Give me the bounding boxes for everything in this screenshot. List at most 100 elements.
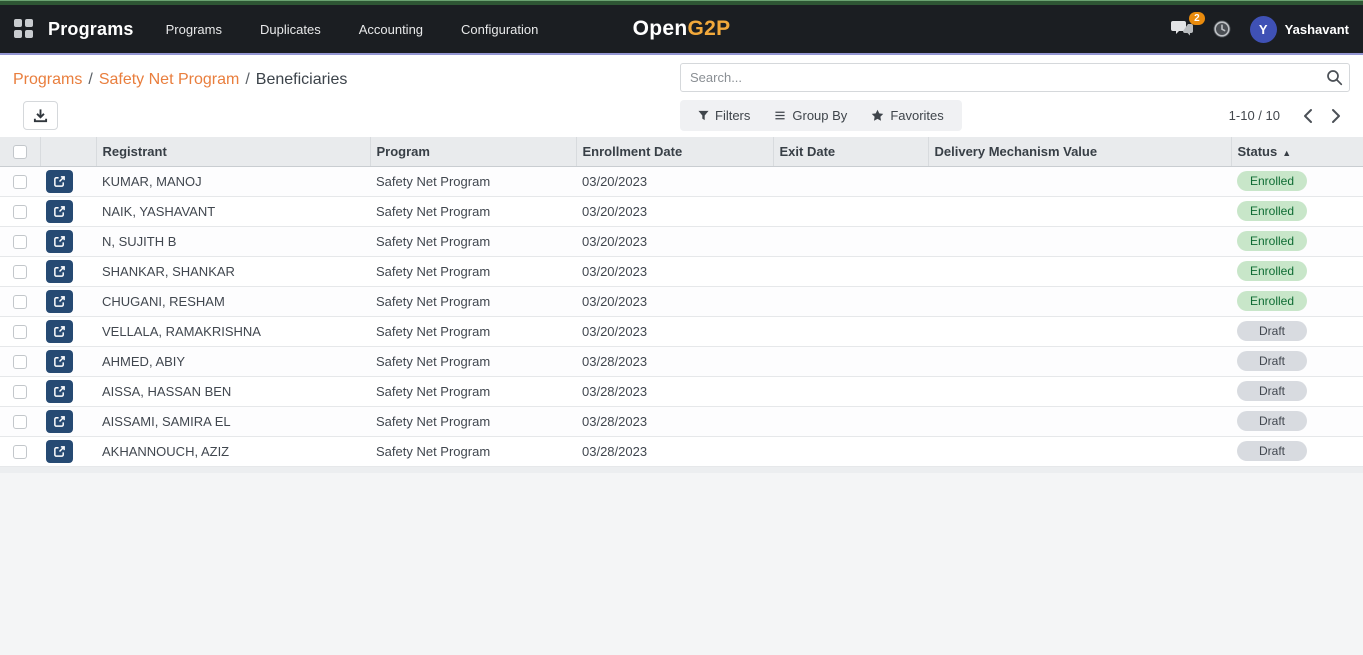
program-cell[interactable]: Safety Net Program <box>370 406 576 436</box>
program-cell[interactable]: Safety Net Program <box>370 346 576 376</box>
program-cell[interactable]: Safety Net Program <box>370 196 576 226</box>
row-checkbox[interactable] <box>13 325 27 339</box>
app-title[interactable]: Programs <box>48 19 134 40</box>
row-checkbox[interactable] <box>13 415 27 429</box>
registrant-cell[interactable]: AKHANNOUCH, AZIZ <box>96 436 370 466</box>
exit-date-cell[interactable] <box>773 346 928 376</box>
status-cell[interactable]: Draft <box>1231 436 1363 466</box>
program-cell[interactable]: Safety Net Program <box>370 286 576 316</box>
enrollment-date-cell[interactable]: 03/20/2023 <box>576 196 773 226</box>
registrant-cell[interactable]: AHMED, ABIY <box>96 346 370 376</box>
table-row[interactable]: CHUGANI, RESHAM Safety Net Program 03/20… <box>0 286 1363 316</box>
delivery-mechanism-value-cell[interactable] <box>928 166 1231 196</box>
status-cell[interactable]: Draft <box>1231 376 1363 406</box>
nav-item-configuration[interactable]: Configuration <box>459 16 540 43</box>
enrollment-date-cell[interactable]: 03/20/2023 <box>576 286 773 316</box>
delivery-mechanism-value-cell[interactable] <box>928 376 1231 406</box>
program-cell[interactable]: Safety Net Program <box>370 316 576 346</box>
status-cell[interactable]: Draft <box>1231 406 1363 436</box>
filters-button[interactable]: Filters <box>686 102 762 129</box>
table-row[interactable]: SHANKAR, SHANKAR Safety Net Program 03/2… <box>0 256 1363 286</box>
column-header-exit-date[interactable]: Exit Date <box>773 137 928 166</box>
column-header-enrollment-date[interactable]: Enrollment Date <box>576 137 773 166</box>
delivery-mechanism-value-cell[interactable] <box>928 406 1231 436</box>
open-record-button[interactable] <box>46 290 73 313</box>
row-checkbox[interactable] <box>13 295 27 309</box>
breadcrumb-programs-link[interactable]: Programs <box>13 71 82 89</box>
open-record-button[interactable] <box>46 200 73 223</box>
row-checkbox[interactable] <box>13 445 27 459</box>
exit-date-cell[interactable] <box>773 376 928 406</box>
user-menu[interactable]: Y Yashavant <box>1250 16 1349 43</box>
program-cell[interactable]: Safety Net Program <box>370 256 576 286</box>
table-row[interactable]: AISSA, HASSAN BEN Safety Net Program 03/… <box>0 376 1363 406</box>
nav-item-programs[interactable]: Programs <box>164 16 224 43</box>
table-row[interactable]: N, SUJITH B Safety Net Program 03/20/202… <box>0 226 1363 256</box>
delivery-mechanism-value-cell[interactable] <box>928 256 1231 286</box>
column-header-program[interactable]: Program <box>370 137 576 166</box>
messages-button[interactable]: 2 <box>1170 19 1194 39</box>
open-record-button[interactable] <box>46 170 73 193</box>
open-record-button[interactable] <box>46 230 73 253</box>
registrant-cell[interactable]: N, SUJITH B <box>96 226 370 256</box>
activities-clock-icon[interactable] <box>1212 19 1232 39</box>
registrant-cell[interactable]: NAIK, YASHAVANT <box>96 196 370 226</box>
status-cell[interactable]: Enrolled <box>1231 256 1363 286</box>
exit-date-cell[interactable] <box>773 406 928 436</box>
open-record-button[interactable] <box>46 380 73 403</box>
registrant-cell[interactable]: CHUGANI, RESHAM <box>96 286 370 316</box>
enrollment-date-cell[interactable]: 03/28/2023 <box>576 376 773 406</box>
row-checkbox[interactable] <box>13 385 27 399</box>
exit-date-cell[interactable] <box>773 196 928 226</box>
row-checkbox[interactable] <box>13 235 27 249</box>
column-header-status[interactable]: Status▲ <box>1231 137 1363 166</box>
enrollment-date-cell[interactable]: 03/28/2023 <box>576 406 773 436</box>
program-cell[interactable]: Safety Net Program <box>370 166 576 196</box>
status-cell[interactable]: Enrolled <box>1231 196 1363 226</box>
select-all-checkbox[interactable] <box>13 145 27 159</box>
enrollment-date-cell[interactable]: 03/20/2023 <box>576 166 773 196</box>
column-header-delivery-mechanism-value[interactable]: Delivery Mechanism Value <box>928 137 1231 166</box>
enrollment-date-cell[interactable]: 03/28/2023 <box>576 346 773 376</box>
open-record-button[interactable] <box>46 350 73 373</box>
pager-previous-icon[interactable] <box>1302 108 1313 124</box>
registrant-cell[interactable]: AISSAMI, SAMIRA EL <box>96 406 370 436</box>
exit-date-cell[interactable] <box>773 226 928 256</box>
table-row[interactable]: AHMED, ABIY Safety Net Program 03/28/202… <box>0 346 1363 376</box>
exit-date-cell[interactable] <box>773 166 928 196</box>
search-icon[interactable] <box>1326 69 1343 86</box>
open-record-button[interactable] <box>46 410 73 433</box>
registrant-cell[interactable]: VELLALA, RAMAKRISHNA <box>96 316 370 346</box>
exit-date-cell[interactable] <box>773 256 928 286</box>
row-checkbox[interactable] <box>13 205 27 219</box>
open-record-button[interactable] <box>46 440 73 463</box>
enrollment-date-cell[interactable]: 03/20/2023 <box>576 316 773 346</box>
exit-date-cell[interactable] <box>773 316 928 346</box>
favorites-button[interactable]: Favorites <box>859 102 955 129</box>
status-cell[interactable]: Enrolled <box>1231 226 1363 256</box>
delivery-mechanism-value-cell[interactable] <box>928 436 1231 466</box>
status-cell[interactable]: Draft <box>1231 316 1363 346</box>
column-header-registrant[interactable]: Registrant <box>96 137 370 166</box>
row-checkbox[interactable] <box>13 265 27 279</box>
apps-grid-icon[interactable] <box>14 19 34 39</box>
delivery-mechanism-value-cell[interactable] <box>928 346 1231 376</box>
enrollment-date-cell[interactable]: 03/20/2023 <box>576 226 773 256</box>
program-cell[interactable]: Safety Net Program <box>370 376 576 406</box>
export-download-button[interactable] <box>23 101 58 130</box>
enrollment-date-cell[interactable]: 03/28/2023 <box>576 436 773 466</box>
table-row[interactable]: VELLALA, RAMAKRISHNA Safety Net Program … <box>0 316 1363 346</box>
open-record-button[interactable] <box>46 260 73 283</box>
open-record-button[interactable] <box>46 320 73 343</box>
table-row[interactable]: AKHANNOUCH, AZIZ Safety Net Program 03/2… <box>0 436 1363 466</box>
table-row[interactable]: KUMAR, MANOJ Safety Net Program 03/20/20… <box>0 166 1363 196</box>
table-row[interactable]: NAIK, YASHAVANT Safety Net Program 03/20… <box>0 196 1363 226</box>
status-cell[interactable]: Enrolled <box>1231 166 1363 196</box>
row-checkbox[interactable] <box>13 355 27 369</box>
delivery-mechanism-value-cell[interactable] <box>928 196 1231 226</box>
nav-item-accounting[interactable]: Accounting <box>357 16 425 43</box>
status-cell[interactable]: Enrolled <box>1231 286 1363 316</box>
registrant-cell[interactable]: AISSA, HASSAN BEN <box>96 376 370 406</box>
search-input[interactable] <box>680 63 1350 92</box>
row-checkbox[interactable] <box>13 175 27 189</box>
